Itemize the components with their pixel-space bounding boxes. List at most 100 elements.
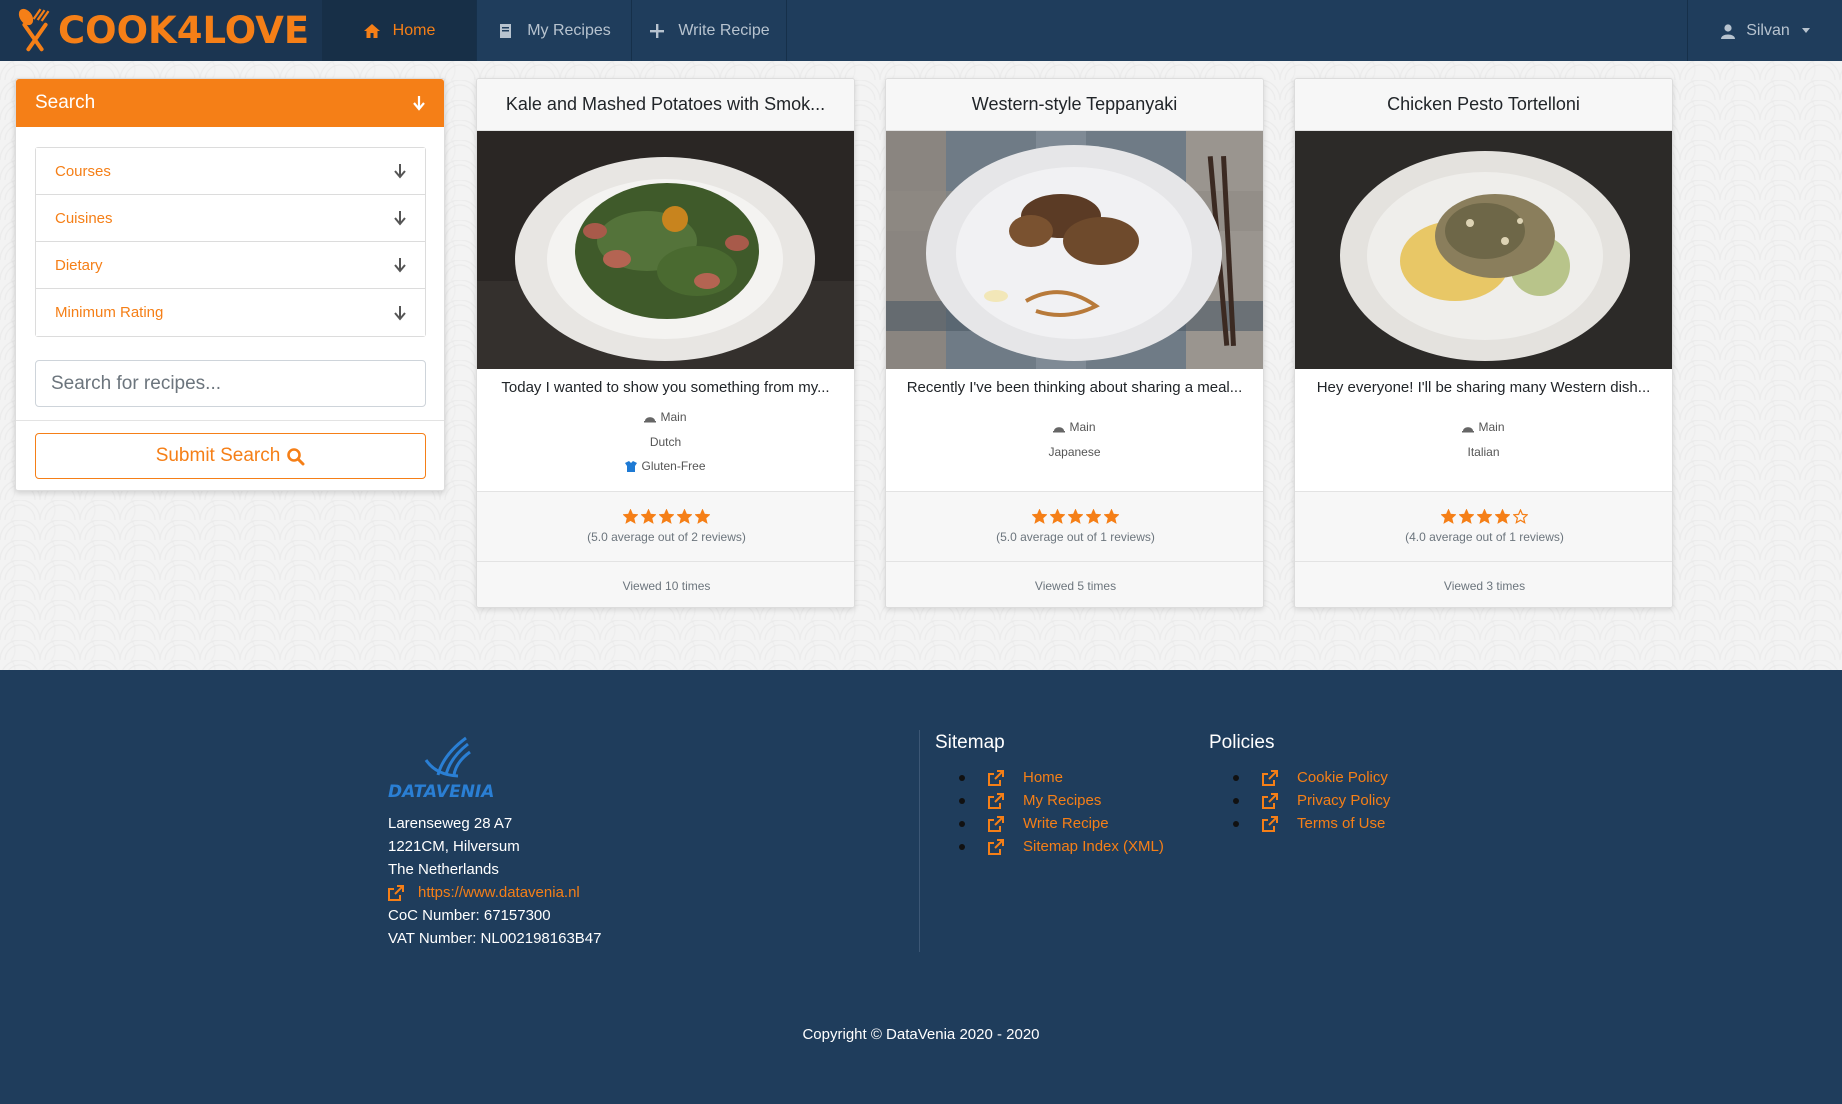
filter-dietary[interactable]: Dietary: [36, 242, 425, 289]
rating-stars: [886, 509, 1263, 524]
nav-my-recipes[interactable]: My Recipes: [477, 0, 632, 61]
plus-icon: [650, 23, 665, 38]
company-coc: CoC Number: 67157300: [388, 907, 551, 924]
policy-link-label: Privacy Policy: [1297, 792, 1391, 809]
caret-down-icon: [1801, 28, 1810, 33]
filter-minimum-rating-label: Minimum Rating: [55, 304, 164, 321]
recipe-description: Recently I've been thinking about sharin…: [906, 379, 1243, 396]
star-filled-icon: [677, 509, 692, 524]
sitemap-title: Sitemap: [935, 732, 1005, 753]
rating-stars: [477, 509, 854, 524]
recipe-views: Viewed 5 times: [886, 562, 1263, 607]
star-filled-icon: [1032, 509, 1047, 524]
filter-courses[interactable]: Courses: [36, 148, 425, 195]
rating-text: (4.0 average out of 1 reviews): [1405, 530, 1564, 544]
nav-write-recipe-label: Write Recipe: [678, 21, 770, 39]
search-input[interactable]: [35, 360, 426, 407]
panel-divider: [16, 420, 444, 421]
filter-accordion: Courses Cuisines Dietary Minimum Rating: [35, 147, 426, 337]
recipe-card[interactable]: Chicken Pesto Tortelloni Hey everyone! I…: [1294, 78, 1673, 608]
recipe-views: Viewed 10 times: [477, 562, 854, 607]
star-filled-icon: [1459, 509, 1474, 524]
bullet-icon: [959, 820, 965, 827]
user-menu-dropdown[interactable]: Silvan: [1687, 0, 1842, 61]
recipe-course-label: Main: [1478, 420, 1505, 434]
search-panel: Search Courses Cuisines Dietary Minimum …: [15, 78, 445, 491]
recipe-course: Main: [644, 406, 687, 430]
star-filled-icon: [1086, 509, 1101, 524]
recipe-title[interactable]: Chicken Pesto Tortelloni: [1295, 79, 1672, 131]
company-website-link[interactable]: https://www.datavenia.nl: [388, 881, 601, 904]
recipe-course-label: Main: [1069, 420, 1096, 434]
star-filled-icon: [623, 509, 638, 524]
book-icon: [500, 23, 512, 38]
recipe-cuisine: Japanese: [1048, 445, 1101, 460]
brand-name: COOK4LOVE: [58, 9, 310, 52]
bullet-icon: [1233, 820, 1239, 827]
company-website-label: https://www.datavenia.nl: [418, 884, 580, 901]
recipe-image[interactable]: [1295, 131, 1673, 369]
arrow-down-icon: [394, 164, 406, 179]
submit-search-button[interactable]: Submit Search: [35, 433, 426, 479]
nav-home[interactable]: Home: [322, 0, 477, 61]
external-link-icon: [988, 838, 1004, 855]
spoon-fork-logo-icon: [18, 8, 50, 51]
sitemap-link-label: Write Recipe: [1023, 815, 1109, 832]
recipe-title[interactable]: Western-style Teppanyaki: [886, 79, 1263, 131]
filter-dietary-label: Dietary: [55, 256, 103, 274]
rating-text: (5.0 average out of 2 reviews): [587, 530, 746, 544]
external-link-icon: [988, 792, 1004, 809]
company-info: DATAVENIA Larenseweg 28 A7 1221CM, Hilve…: [388, 730, 601, 950]
policy-link-terms[interactable]: Terms of Use: [1209, 812, 1390, 835]
recipe-meta: Main Dutch Gluten-Free: [477, 406, 854, 481]
search-panel-header[interactable]: Search: [16, 79, 444, 127]
star-filled-icon: [1441, 509, 1456, 524]
external-link-icon: [388, 884, 404, 901]
sitemap-link-my-recipes[interactable]: My Recipes: [935, 789, 1164, 812]
sitemap-link-home[interactable]: Home: [935, 766, 1164, 789]
recipe-title[interactable]: Kale and Mashed Potatoes with Smok...: [477, 79, 854, 131]
sitemap-link-write-recipe[interactable]: Write Recipe: [935, 812, 1164, 835]
nav-home-label: Home: [392, 21, 436, 39]
search-panel-title: Search: [35, 92, 96, 113]
star-filled-icon: [1050, 509, 1065, 524]
filter-cuisines[interactable]: Cuisines: [36, 195, 425, 242]
filter-minimum-rating[interactable]: Minimum Rating: [36, 289, 425, 336]
policy-link-cookie[interactable]: Cookie Policy: [1209, 766, 1390, 789]
bullet-icon: [959, 843, 965, 850]
recipe-image[interactable]: [886, 131, 1264, 369]
bullet-icon: [1233, 797, 1239, 804]
user-name: Silvan: [1746, 21, 1790, 39]
brand-logo-link[interactable]: COOK4LOVE: [0, 0, 322, 61]
bullet-icon: [959, 797, 965, 804]
recipe-description: Today I wanted to show you something fro…: [501, 379, 830, 396]
sitemap-link-sitemap-index[interactable]: Sitemap Index (XML): [935, 835, 1164, 858]
policy-link-privacy[interactable]: Privacy Policy: [1209, 789, 1390, 812]
home-icon: [363, 23, 380, 38]
top-navbar: COOK4LOVE Home My Recipes Write Recipe S…: [0, 0, 1842, 61]
recipe-card[interactable]: Western-style Teppanyaki Recently I've b…: [885, 78, 1264, 608]
recipe-meta: Main Italian: [1295, 406, 1672, 465]
policy-link-label: Terms of Use: [1297, 815, 1386, 832]
recipe-image[interactable]: [477, 131, 855, 369]
recipe-description: Hey everyone! I'll be sharing many Weste…: [1316, 379, 1651, 396]
filter-cuisines-label: Cuisines: [55, 209, 113, 227]
site-footer: DATAVENIA Larenseweg 28 A7 1221CM, Hilve…: [0, 670, 1842, 1104]
datavenia-logo[interactable]: DATAVENIA: [388, 730, 518, 800]
recipe-cuisine: Italian: [1467, 445, 1500, 460]
external-link-icon: [1262, 815, 1278, 832]
nav-write-recipe[interactable]: Write Recipe: [632, 0, 787, 61]
dietary-badge-icon: [625, 461, 638, 472]
user-icon: [1721, 23, 1736, 39]
policies-title: Policies: [1209, 732, 1275, 753]
recipe-dietary: Gluten-Free: [625, 455, 706, 479]
address-line-2: 1221CM, Hilversum: [388, 838, 520, 855]
recipe-card[interactable]: Kale and Mashed Potatoes with Smok... To…: [476, 78, 855, 608]
star-filled-icon: [695, 509, 710, 524]
search-icon: [287, 447, 305, 465]
star-filled-icon: [1104, 509, 1119, 524]
policy-link-label: Cookie Policy: [1297, 769, 1388, 786]
datavenia-logo-text: DATAVENIA: [388, 782, 494, 800]
recipe-rating: (5.0 average out of 1 reviews): [886, 491, 1263, 562]
external-link-icon: [988, 815, 1004, 832]
